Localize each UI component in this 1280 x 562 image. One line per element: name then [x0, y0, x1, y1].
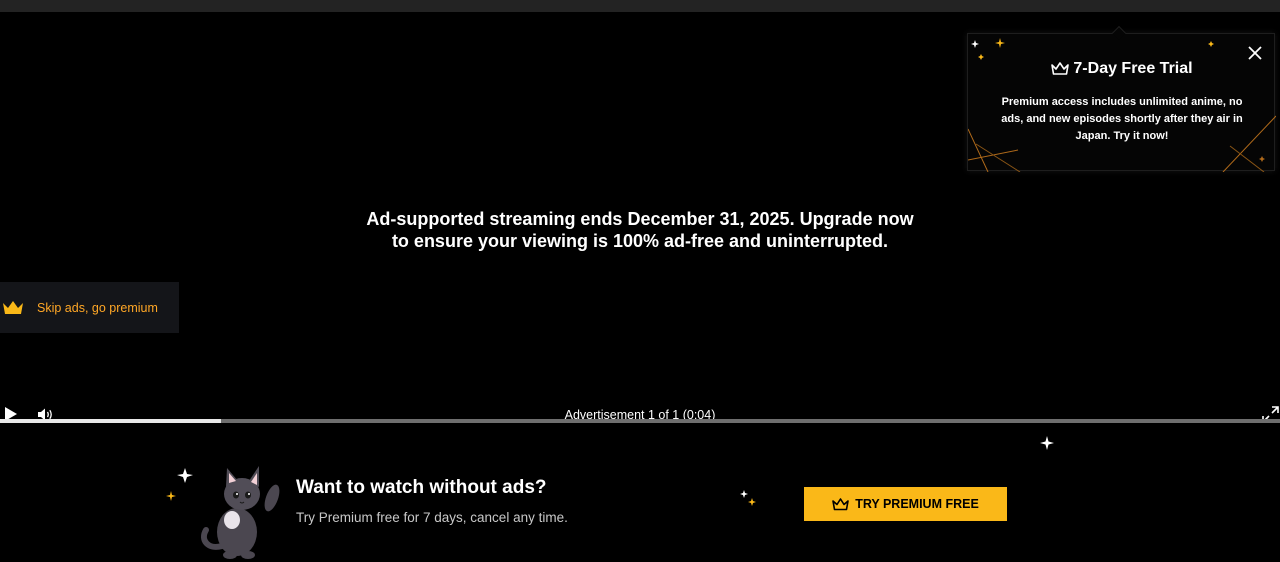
top-strip — [0, 0, 1280, 12]
ad-message: Ad-supported streaming ends December 31,… — [290, 208, 990, 252]
ad-progress-bar[interactable] — [0, 419, 1280, 423]
crown-icon — [3, 300, 23, 314]
crown-icon — [1051, 62, 1070, 75]
promo-title: Want to watch without ads? — [296, 477, 547, 498]
free-trial-popup: 7-Day Free Trial Premium access includes… — [967, 25, 1276, 172]
premium-promo-banner: Want to watch without ads? Try Premium f… — [0, 424, 1280, 562]
skip-ads-button[interactable]: Skip ads, go premium — [0, 282, 179, 333]
cat-mascot-illustration — [166, 466, 280, 559]
close-icon[interactable] — [1246, 44, 1264, 62]
try-premium-free-label: TRY PREMIUM FREE — [855, 497, 979, 511]
crown-icon — [832, 497, 849, 510]
ad-message-line1: Ad-supported streaming ends December 31,… — [366, 209, 914, 229]
ad-progress-fill — [0, 419, 222, 423]
sparkle-decoration — [740, 490, 756, 506]
skip-ads-label: Skip ads, go premium — [37, 300, 158, 315]
promo-subtitle: Try Premium free for 7 days, cancel any … — [296, 510, 568, 525]
video-player[interactable]: Ad-supported streaming ends December 31,… — [0, 12, 1280, 424]
trial-title: 7-Day Free Trial — [968, 60, 1276, 78]
ad-message-line2: to ensure your viewing is 100% ad-free a… — [391, 231, 889, 251]
sparkle-decoration — [1040, 436, 1054, 450]
trial-description: Premium access includes unlimited anime,… — [1001, 96, 1243, 142]
trial-title-text: 7-Day Free Trial — [1073, 60, 1193, 77]
try-premium-free-button[interactable]: TRY PREMIUM FREE — [804, 487, 1007, 521]
